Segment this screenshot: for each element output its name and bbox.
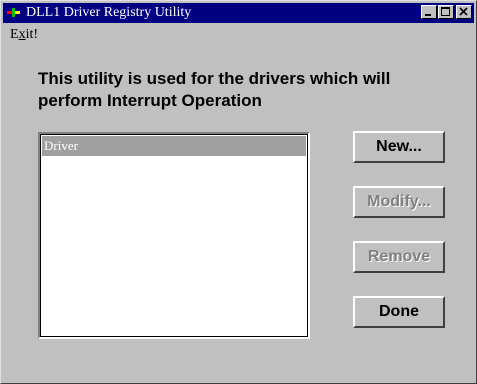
new-button[interactable]: New... <box>353 131 445 163</box>
minimize-button[interactable] <box>421 5 437 19</box>
maximize-icon <box>441 7 450 16</box>
menu-exit-accelerator: x <box>18 27 26 42</box>
window-title: DLL1 Driver Registry Utility <box>26 5 192 20</box>
title-bar[interactable]: DLL1 Driver Registry Utility <box>3 3 474 23</box>
window-controls <box>420 5 472 19</box>
maximize-button[interactable] <box>438 5 454 19</box>
minimize-icon <box>425 14 431 16</box>
modify-button[interactable]: Modify... <box>353 186 445 218</box>
menu-exit[interactable]: Exit! <box>5 27 43 43</box>
done-button[interactable]: Done <box>353 296 445 328</box>
menu-exit-suffix: it! <box>25 27 39 42</box>
description-text: This utility is used for the drivers whi… <box>38 69 391 110</box>
list-header-driver[interactable]: Driver <box>42 136 306 156</box>
remove-button[interactable]: Remove <box>353 241 445 273</box>
menu-exit-prefix: E <box>10 27 19 42</box>
close-icon <box>459 7 468 16</box>
utility-window: DLL1 Driver Registry Utility Exit! This … <box>0 0 477 384</box>
driver-listbox[interactable]: Driver <box>38 132 310 339</box>
close-button[interactable] <box>456 5 472 19</box>
app-icon[interactable] <box>6 6 22 20</box>
menu-bar: Exit! <box>5 25 43 45</box>
